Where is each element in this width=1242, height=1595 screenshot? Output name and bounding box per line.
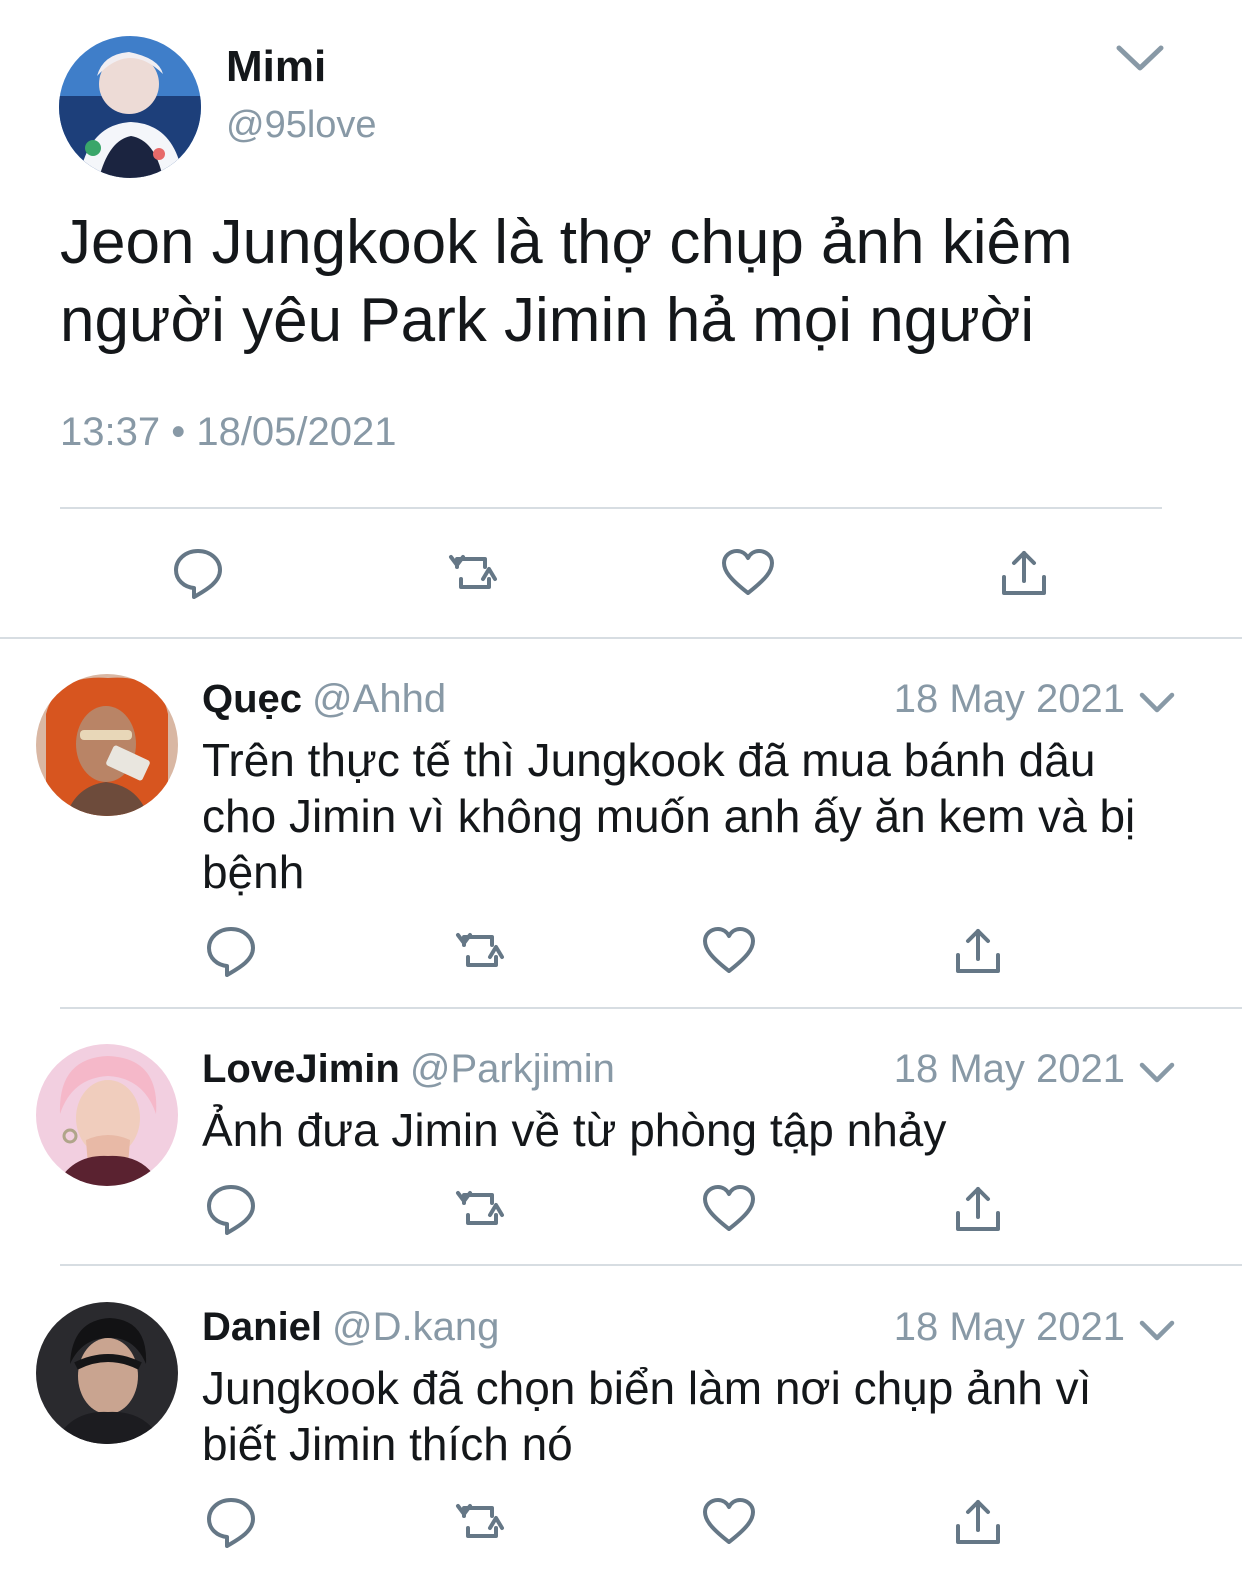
reply-icon[interactable] bbox=[203, 1494, 259, 1550]
reply-avatar[interactable] bbox=[36, 1044, 178, 1186]
reply-author-name[interactable]: Daniel bbox=[202, 1305, 322, 1349]
reply-header: Quẹc @Ahhd bbox=[202, 677, 446, 722]
like-icon[interactable] bbox=[701, 923, 757, 979]
tweet-timestamp: 13:37 • 18/05/2021 bbox=[60, 410, 397, 454]
divider bbox=[0, 637, 1242, 639]
reply-author-handle[interactable]: @Parkjimin bbox=[410, 1047, 615, 1091]
reply-icon[interactable] bbox=[170, 545, 226, 601]
share-icon[interactable] bbox=[950, 1494, 1006, 1550]
reply-avatar[interactable] bbox=[36, 674, 178, 816]
share-icon[interactable] bbox=[950, 1181, 1006, 1237]
reply-author-name[interactable]: Quẹc bbox=[202, 677, 302, 721]
reply-date: 18 May 2021 bbox=[893, 677, 1125, 721]
like-icon[interactable] bbox=[720, 545, 776, 601]
retweet-icon[interactable] bbox=[452, 1181, 508, 1237]
chevron-down-icon[interactable] bbox=[1137, 1315, 1177, 1345]
author-avatar[interactable] bbox=[59, 36, 201, 178]
chevron-down-icon[interactable] bbox=[1137, 1057, 1177, 1087]
like-icon[interactable] bbox=[701, 1494, 757, 1550]
reply-author-name[interactable]: LoveJimin bbox=[202, 1047, 400, 1091]
reply-date: 18 May 2021 bbox=[893, 1305, 1125, 1349]
reply-header: LoveJimin @Parkjimin bbox=[202, 1047, 615, 1092]
reply-text: Jungkook đã chọn biển làm nơi chụp ảnh v… bbox=[202, 1362, 1092, 1470]
reply-author-handle[interactable]: @D.kang bbox=[332, 1305, 499, 1349]
author-name[interactable]: Mimi bbox=[226, 42, 326, 92]
reply-icon[interactable] bbox=[203, 923, 259, 979]
chevron-down-icon[interactable] bbox=[1113, 38, 1167, 78]
tweet-text: Jeon Jungkook là thợ chụp ảnh kiêm người… bbox=[60, 208, 1073, 355]
reply-text: Ảnh đưa Jimin về từ phòng tập nhảy bbox=[202, 1104, 947, 1156]
share-icon[interactable] bbox=[950, 923, 1006, 979]
reply-header: Daniel @D.kang bbox=[202, 1305, 499, 1350]
reply-date: 18 May 2021 bbox=[893, 1047, 1125, 1091]
author-handle[interactable]: @95love bbox=[226, 104, 377, 147]
reply-text: Trên thực tế thì Jungkook đã mua bánh dâ… bbox=[202, 734, 1136, 898]
reply-author-handle[interactable]: @Ahhd bbox=[312, 677, 446, 721]
divider bbox=[60, 507, 1162, 509]
share-icon[interactable] bbox=[996, 545, 1052, 601]
divider bbox=[60, 1007, 1242, 1009]
retweet-icon[interactable] bbox=[452, 1494, 508, 1550]
divider bbox=[60, 1264, 1242, 1266]
retweet-icon[interactable] bbox=[452, 923, 508, 979]
retweet-icon[interactable] bbox=[445, 545, 501, 601]
reply-icon[interactable] bbox=[203, 1181, 259, 1237]
like-icon[interactable] bbox=[701, 1181, 757, 1237]
chevron-down-icon[interactable] bbox=[1137, 687, 1177, 717]
reply-avatar[interactable] bbox=[36, 1302, 178, 1444]
